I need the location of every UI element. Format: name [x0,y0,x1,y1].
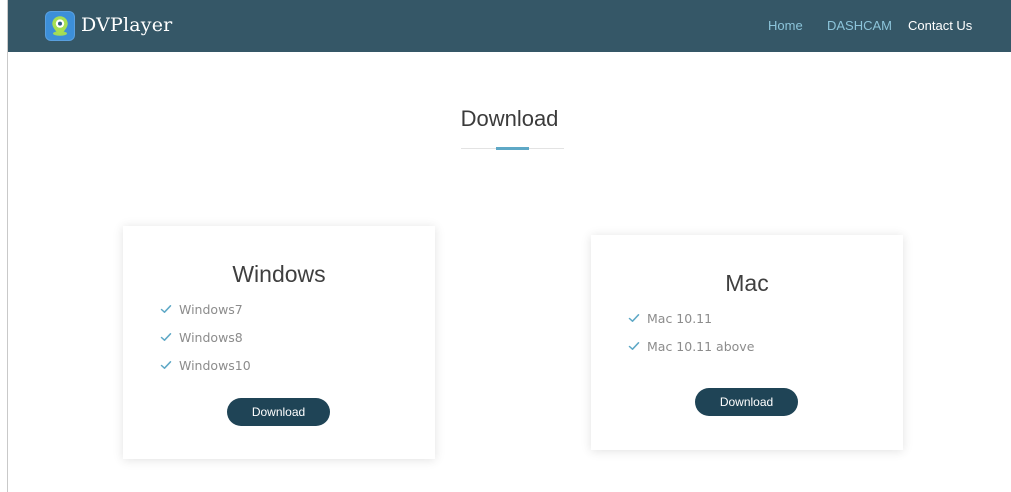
check-icon [160,361,172,369]
list-item: Windows10 [160,356,251,384]
title-accent-bar [496,147,529,150]
brand-name[interactable]: DVPlayer [81,11,172,39]
nav-contact-link[interactable]: Contact Us [908,17,972,35]
check-icon [628,314,640,322]
windows-version-label: Windows7 [179,302,243,317]
top-navbar: DVPlayer Home DASHCAM Contact Us [8,0,1011,52]
windows-card-title: Windows [232,261,326,287]
nav-dashcam-link[interactable]: DASHCAM [827,17,892,35]
mac-version-label: Mac 10.11 [647,311,713,326]
mac-download-button[interactable]: Download [695,388,798,416]
windows-version-label: Windows8 [179,330,243,345]
list-item: Windows7 [160,300,251,328]
list-item: Mac 10.11 [628,309,754,337]
page-title: Download [460,106,559,131]
mac-version-label: Mac 10.11 above [647,339,755,354]
windows-download-card: Windows Windows7 Windows8 Windows10 Down… [123,226,435,459]
windows-feature-list: Windows7 Windows8 Windows10 [160,300,251,384]
check-icon [628,342,640,350]
windows-download-button[interactable]: Download [227,398,330,426]
nav-home-link[interactable]: Home [768,17,803,35]
page: DVPlayer Home DASHCAM Contact Us Downloa… [7,0,1011,492]
windows-version-label: Windows10 [179,358,251,373]
mac-feature-list: Mac 10.11 Mac 10.11 above [628,309,754,365]
list-item: Windows8 [160,328,251,356]
mac-card-title: Mac [725,270,769,296]
list-item: Mac 10.11 above [628,337,754,365]
mac-download-card: Mac Mac 10.11 Mac 10.11 above Download [591,235,903,450]
check-icon [160,305,172,313]
check-icon [160,333,172,341]
map-pin-icon[interactable] [45,11,75,41]
